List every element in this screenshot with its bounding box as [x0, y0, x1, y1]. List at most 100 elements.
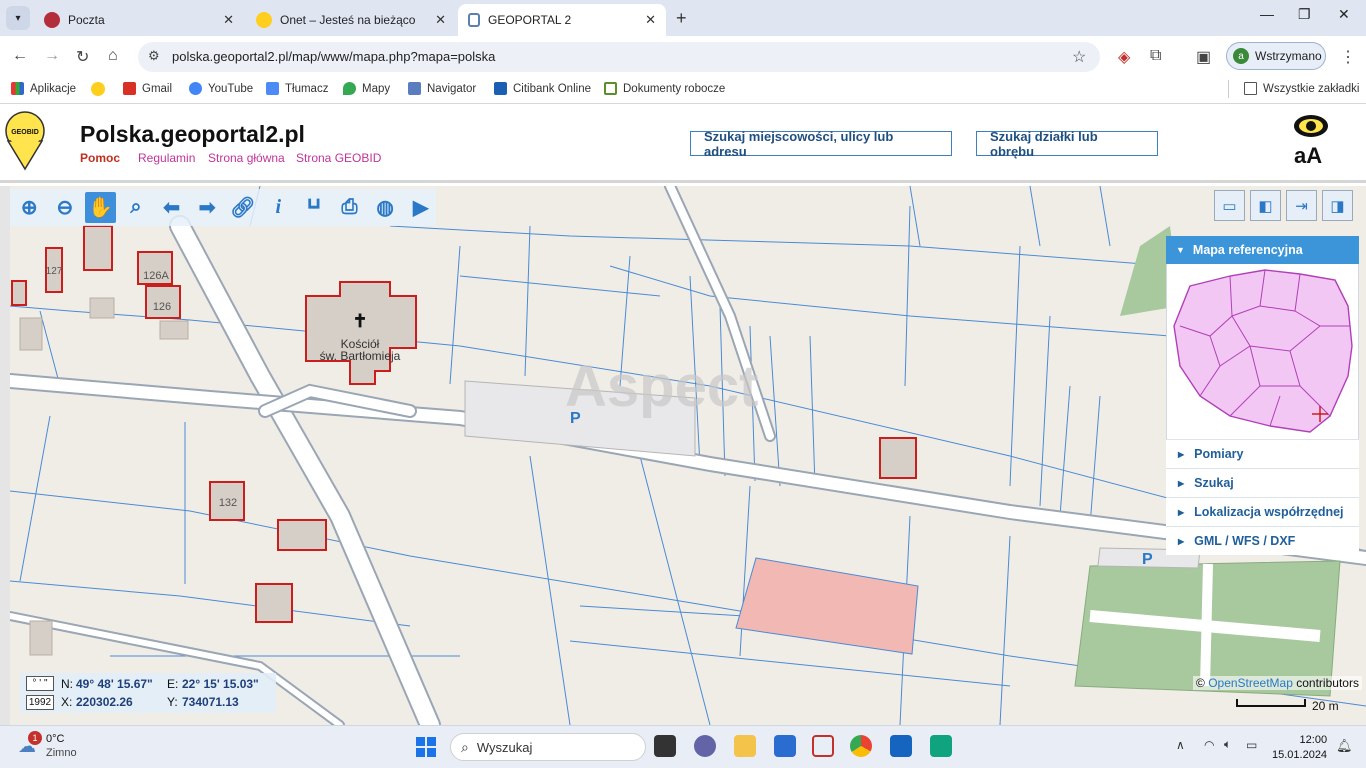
volume-icon[interactable]: 🔈︎ — [1224, 737, 1231, 752]
triangle-right-icon: ▶ — [1178, 507, 1185, 517]
app-p-icon[interactable] — [930, 735, 952, 757]
link-strona-geobid[interactable]: Strona GEOBID — [296, 151, 381, 165]
app-2020-icon[interactable] — [812, 735, 834, 757]
tab-title: Poczta — [68, 13, 105, 27]
reload-icon[interactable]: ↻ — [76, 47, 89, 67]
scale-bar — [1236, 699, 1306, 707]
teams-icon[interactable] — [694, 735, 716, 757]
info-icon[interactable]: i — [263, 192, 294, 223]
bookmark-star-icon[interactable]: ☆ — [1072, 47, 1086, 67]
task-view-icon[interactable] — [654, 735, 676, 757]
tray-chevron-icon[interactable]: ∧ — [1176, 738, 1185, 752]
svg-text:126A: 126A — [143, 270, 169, 282]
bookmark-citibank[interactable]: Citibank Online — [494, 82, 591, 95]
maximize-icon[interactable]: ❐ — [1298, 6, 1311, 23]
extensions-puzzle-icon[interactable]: ⧉ — [1150, 47, 1161, 65]
search-place-button[interactable]: Szukaj miejscowości, ulicy lub adresu — [690, 129, 952, 159]
panel-item-gml[interactable]: ▶ GML / WFS / DXF — [1166, 526, 1359, 555]
taskbar-search[interactable]: ⌕ Wyszukaj — [450, 733, 646, 761]
camera-icon[interactable]: ▶ — [405, 192, 436, 223]
close-tab-icon[interactable]: ✕ — [645, 12, 656, 28]
split-view-icon[interactable]: ◧ — [1250, 190, 1281, 221]
panel-item-lokalizacja[interactable]: ▶ Lokalizacja współrzędnej — [1166, 497, 1359, 526]
close-tab-icon[interactable]: ✕ — [435, 12, 446, 28]
extension-shield-icon[interactable]: ◈ — [1118, 47, 1130, 67]
back-icon[interactable]: ← — [12, 47, 28, 65]
bookmark-translate[interactable]: Tłumacz — [266, 82, 328, 95]
tab-geoportal[interactable]: GEOPORTAL 2 ✕ — [458, 4, 666, 36]
url-text[interactable]: polska.geoportal2.pl/map/www/mapa.php?ma… — [172, 49, 495, 64]
store-icon[interactable] — [774, 735, 796, 757]
map-canvas[interactable]: P ✝ Kościół św. Bartłomieja 126A 126 132 — [10, 186, 1366, 725]
fullscreen-icon[interactable]: ▭ — [1214, 190, 1245, 221]
bookmark-navigator[interactable]: Navigator — [408, 82, 476, 95]
next-view-icon[interactable]: ➡ — [192, 192, 223, 223]
bookmark-maps[interactable]: Mapy — [343, 82, 390, 95]
svg-text:126: 126 — [153, 301, 171, 313]
side-panel-icon[interactable]: ▣ — [1196, 47, 1211, 67]
reference-map-poland[interactable] — [1170, 266, 1356, 438]
triangle-right-icon: ▶ — [1178, 478, 1185, 488]
search-parcel-button[interactable]: Szukaj działki lub obrębu — [976, 129, 1158, 159]
bookmark-apps[interactable]: Aplikacje — [11, 82, 76, 95]
bookmark-gmail[interactable]: Gmail — [123, 82, 172, 95]
profile-button[interactable]: a Wstrzymano — [1226, 42, 1326, 70]
menu-kebab-icon[interactable]: ⋮ — [1340, 47, 1356, 67]
triangle-right-icon: ▶ — [1178, 449, 1185, 459]
svg-text:132: 132 — [219, 497, 237, 509]
clock[interactable]: 12:00 15.01.2024 — [1272, 733, 1327, 763]
search-icon: ⌕ — [461, 738, 469, 755]
measure-ruler-icon[interactable]: ┗┛ — [299, 192, 330, 223]
zoom-in-icon[interactable]: ⊕ — [14, 192, 45, 223]
globe-icon[interactable]: ◍ — [370, 192, 401, 223]
bookmark-onet[interactable] — [91, 82, 111, 96]
pan-hand-icon[interactable]: ✋ — [85, 192, 116, 223]
zoom-out-icon[interactable]: ⊖ — [50, 192, 81, 223]
previous-view-icon[interactable]: ⬅ — [156, 192, 187, 223]
mail-icon[interactable] — [890, 735, 912, 757]
site-info-icon[interactable]: ⚙ — [148, 48, 160, 64]
geobid-logo[interactable]: GEOBID — [4, 111, 46, 171]
coord-format-toggle[interactable]: ° ' " — [26, 676, 54, 691]
link-pomoc[interactable]: Pomoc — [80, 151, 120, 165]
site-title[interactable]: Polska.geoportal2.pl — [80, 121, 305, 148]
gmail-icon — [123, 82, 136, 95]
panel-item-pomiary[interactable]: ▶ Pomiary — [1166, 439, 1359, 468]
bookmark-dokumenty[interactable]: Dokumenty robocze — [604, 82, 725, 95]
tab-poczta[interactable]: Poczta ✕ — [34, 4, 244, 36]
svg-text:GEOBID: GEOBID — [11, 129, 39, 136]
minimize-icon[interactable]: — — [1260, 6, 1274, 22]
osm-link[interactable]: OpenStreetMap — [1208, 676, 1293, 690]
print-icon[interactable]: ⎙ — [334, 192, 365, 223]
file-explorer-icon[interactable] — [734, 735, 756, 757]
wifi-icon[interactable]: ◠ — [1204, 738, 1214, 752]
zoom-box-icon[interactable]: ⌕ — [121, 192, 152, 223]
panel-header-mapa-referencyjna[interactable]: ▼ Mapa referencyjna — [1166, 236, 1359, 264]
coord-system-toggle[interactable]: 1992 — [26, 695, 54, 710]
triangle-right-icon: ▶ — [1178, 536, 1185, 546]
start-windows-icon[interactable] — [416, 737, 436, 757]
forward-icon[interactable]: → — [44, 47, 60, 65]
link-strona-glowna[interactable]: Strona główna — [208, 151, 285, 165]
panel-item-szukaj[interactable]: ▶ Szukaj — [1166, 468, 1359, 497]
weather-text[interactable]: Zimno — [46, 747, 77, 759]
chrome-icon[interactable] — [850, 735, 872, 757]
link-regulamin[interactable]: Regulamin — [138, 151, 195, 165]
eye-accessibility-icon[interactable] — [1292, 114, 1330, 142]
temperature[interactable]: 0°C — [46, 733, 64, 745]
font-size-toggle[interactable]: aA — [1294, 143, 1322, 169]
notifications-bell-icon[interactable]: 🔔︎ — [1336, 738, 1353, 754]
battery-icon[interactable]: ▭ — [1246, 738, 1257, 752]
close-tab-icon[interactable]: ✕ — [223, 12, 234, 28]
tab-search-button[interactable]: ▾ — [6, 6, 30, 30]
bookmark-youtube[interactable]: YouTube — [189, 82, 253, 95]
all-bookmarks[interactable]: Wszystkie zakładki — [1244, 82, 1360, 95]
link-icon[interactable]: 🔗︎ — [227, 192, 258, 223]
home-icon[interactable]: ⌂ — [108, 47, 118, 65]
tab-onet[interactable]: Onet – Jesteś na bieżąco ✕ — [246, 4, 456, 36]
close-window-icon[interactable]: ✕ — [1338, 6, 1350, 23]
side-panel-toggle-icon[interactable]: ◨ — [1322, 190, 1353, 221]
new-tab-icon[interactable]: + — [676, 8, 687, 29]
poczta-favicon-icon — [44, 12, 60, 28]
export-icon[interactable]: ⇥ — [1286, 190, 1317, 221]
